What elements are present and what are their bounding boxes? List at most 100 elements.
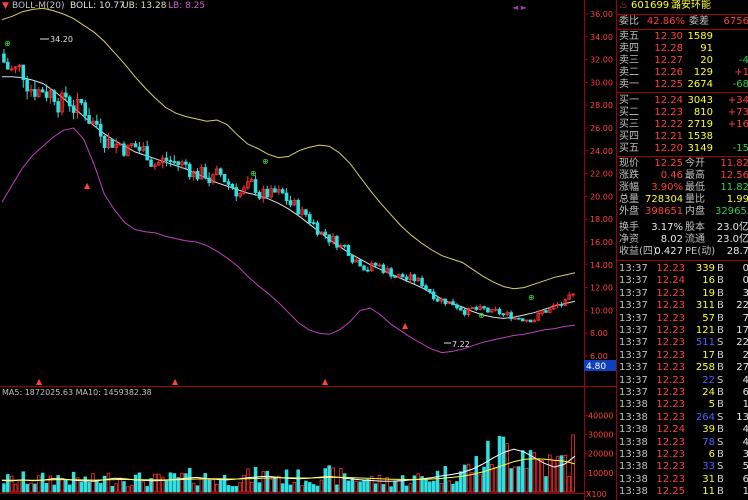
- tick-direction: B: [717, 399, 724, 411]
- price-axis-tick-label: 16.00: [590, 238, 613, 247]
- tick-count: 6: [742, 387, 748, 398]
- candle-body: [381, 264, 386, 273]
- bid-volume: 1538: [687, 131, 713, 142]
- candle-body: [188, 163, 192, 178]
- candle-body: [226, 181, 231, 185]
- volume-bar: [400, 475, 405, 493]
- candle-body: [280, 189, 285, 194]
- tick-count: 3: [742, 449, 748, 460]
- candle-body: [393, 275, 397, 278]
- candle-body: [358, 259, 362, 267]
- tick-price: 12.23: [656, 325, 685, 336]
- tick-count: 3: [742, 287, 748, 299]
- candle-body: [420, 277, 424, 287]
- tick-price: 12.23: [656, 399, 685, 411]
- stock-code: 601699: [631, 0, 670, 11]
- chart-area[interactable]: 36.00 34.00 32.00 30.00 28.00 26.00 24.00 22.00…: [0, 0, 616, 500]
- volume-bar: [393, 480, 397, 493]
- stat-row: 收益(四) 0.427 PE(动) 28.7: [619, 246, 748, 258]
- volume-bar: [67, 484, 72, 493]
- up-arrow-icon: ▲: [322, 377, 329, 386]
- ask-change: -68: [732, 79, 748, 90]
- candle-body: [40, 89, 45, 93]
- tick-row: 13:37 12.23 57 B 7: [619, 312, 748, 325]
- volume-bar: [327, 465, 331, 493]
- candle-body: [335, 236, 339, 248]
- candle-body: [234, 187, 238, 197]
- tick-volume: 17: [702, 349, 715, 361]
- ask-row: 卖五 12.30 1589: [619, 31, 747, 43]
- candle-body: [482, 306, 486, 309]
- tick-count: 6: [742, 473, 748, 485]
- tick-row: 13:37 12.23 22 S 4: [619, 375, 748, 387]
- price-axis-tick-label: 10.00: [590, 306, 613, 315]
- candle-body: [308, 214, 312, 224]
- price-axis-tick-label: 20.00: [590, 192, 613, 201]
- volume-bar: [164, 480, 169, 493]
- tick-row: 13:38 12.23 264 S 13: [619, 411, 748, 424]
- stat-row: 现价 12.25 今开 11.82: [619, 158, 748, 170]
- volume-bar: [451, 483, 455, 493]
- candle-body: [195, 171, 200, 180]
- ask-row: 卖二 12.26 129 +1: [619, 67, 748, 79]
- tick-direction: B: [717, 312, 724, 324]
- tick-volume: 311: [695, 300, 715, 312]
- stat-label: 总量: [619, 194, 639, 205]
- low-annotation: 7.22: [452, 340, 470, 349]
- bid-label: 买二: [619, 107, 639, 118]
- candle-body: [486, 307, 490, 313]
- tick-price: 12.23: [656, 349, 685, 361]
- tick-volume: 121: [695, 325, 715, 336]
- volume-bar: [195, 485, 200, 493]
- volume-bar: [346, 480, 351, 493]
- stat-row: 净资 8.02 流通 23.0亿: [619, 234, 748, 246]
- tick-volume: 6: [708, 449, 715, 460]
- tick-count: 27: [736, 362, 748, 374]
- tick-time: 13:38: [619, 486, 648, 498]
- volume-bar: [412, 475, 417, 493]
- buy-signal-icon: ⊕: [478, 311, 485, 320]
- candle-body: [56, 101, 60, 113]
- candle-body: [346, 245, 351, 256]
- candle-body: [71, 105, 76, 113]
- candle-body: [273, 188, 277, 193]
- tick-price: 12.23: [656, 337, 685, 349]
- tick-time: 13:38: [619, 473, 648, 485]
- bid-price: 12.23: [654, 107, 683, 118]
- candle-body: [21, 64, 26, 81]
- stat-value: 23.0亿: [716, 234, 748, 245]
- candle-body: [366, 269, 370, 272]
- bid-label: 买五: [619, 143, 639, 154]
- buy-signal-icon: ⊕: [250, 169, 257, 178]
- ask-volume: 2674: [687, 79, 713, 90]
- tick-direction: B: [717, 486, 724, 498]
- chart-frame: [0, 0, 616, 500]
- candle-body: [253, 179, 258, 193]
- volume-bar: [25, 483, 29, 493]
- boll-value: BOLL: 10.77: [70, 1, 125, 11]
- tick-price: 12.23: [656, 387, 685, 398]
- volume-bar: [6, 474, 10, 493]
- candle-body: [176, 161, 180, 166]
- volume-bar: [203, 473, 208, 493]
- volume-bar: [509, 468, 513, 493]
- candle-body: [164, 157, 169, 161]
- tick-volume: 264: [695, 411, 715, 423]
- scroll-arrows-icon[interactable]: ◄ ►: [512, 3, 528, 12]
- tick-count: 2: [742, 349, 748, 361]
- stat-value: 11.82: [720, 182, 748, 193]
- bid-row: 买五 12.20 3149 -15: [619, 143, 748, 155]
- candle-body: [172, 161, 177, 164]
- volume-bar: [253, 466, 258, 493]
- tick-row: 13:37 12.24 16 B 0: [619, 275, 748, 287]
- volume-unit: X100: [586, 490, 607, 499]
- ask-label: 卖四: [619, 43, 639, 54]
- tick-direction: S: [717, 461, 724, 473]
- tick-time: 13:37: [619, 325, 648, 336]
- volume-bar: [443, 465, 448, 493]
- candle-body: [110, 138, 115, 148]
- tick-row: 13:38 12.23 6 B 3: [619, 449, 748, 461]
- volume-bar: [133, 474, 138, 493]
- candle-body: [6, 61, 10, 70]
- tick-time: 13:38: [619, 399, 648, 411]
